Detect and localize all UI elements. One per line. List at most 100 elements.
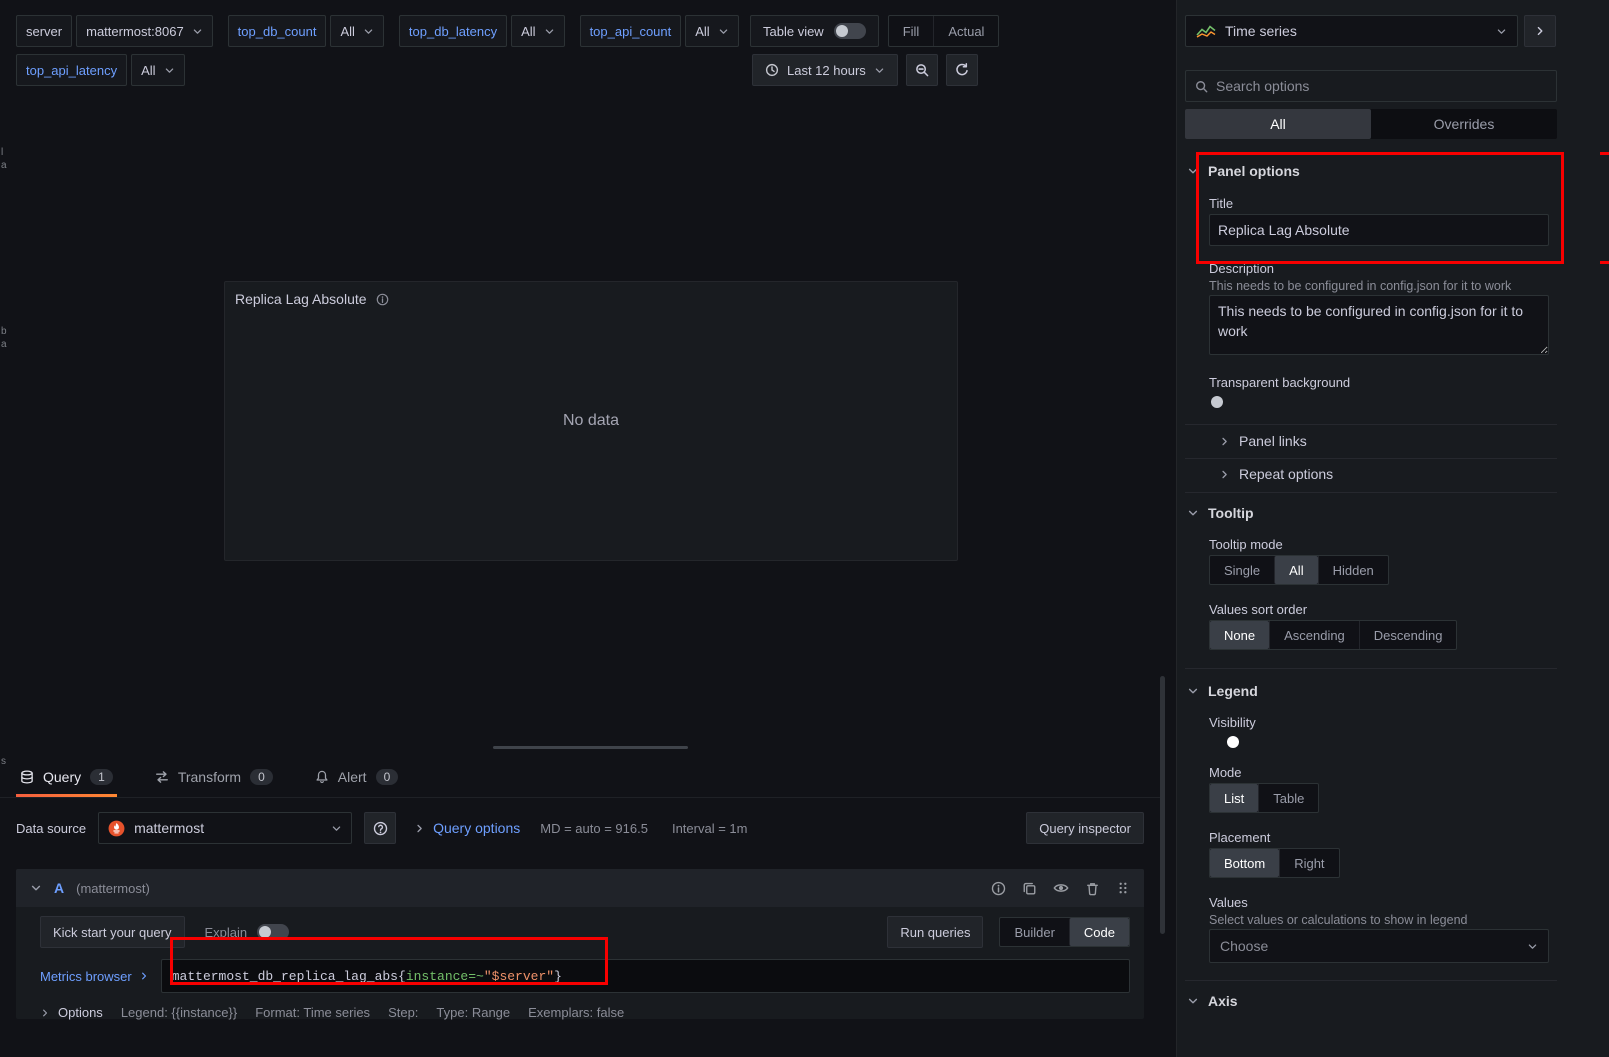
- table-view-label: Table view: [763, 24, 824, 39]
- repeat-options-section[interactable]: Repeat options: [1219, 466, 1333, 482]
- trash-icon[interactable]: [1085, 881, 1100, 896]
- variable-top-db-latency-value-dropdown[interactable]: All: [511, 15, 564, 47]
- refresh-button[interactable]: [946, 54, 978, 86]
- chevron-right-icon: [139, 971, 149, 981]
- axis-section-header[interactable]: Axis: [1187, 993, 1238, 1009]
- tooltip-mode-single[interactable]: Single: [1210, 556, 1274, 584]
- variable-server-label[interactable]: server: [16, 15, 72, 47]
- actual-button[interactable]: Actual: [933, 16, 998, 46]
- chevron-down-icon: [1187, 507, 1199, 519]
- variable-top-api-count-label[interactable]: top_api_count: [580, 15, 682, 47]
- tab-overrides[interactable]: Overrides: [1371, 109, 1557, 139]
- chevron-down-icon: [192, 26, 203, 37]
- query-toolbar-row: Kick start your query Explain Run querie…: [40, 916, 1130, 948]
- panel-options-section-header[interactable]: Panel options: [1187, 163, 1300, 179]
- tab-alert[interactable]: Alert 0: [311, 764, 402, 797]
- info-circle-icon[interactable]: [991, 881, 1006, 896]
- query-inspector-button[interactable]: Query inspector: [1026, 812, 1144, 844]
- option-label: Single: [1224, 563, 1260, 578]
- panel-description-textarea[interactable]: This needs to be configured in config.js…: [1209, 295, 1549, 355]
- tab-transform[interactable]: Transform 0: [151, 764, 277, 797]
- chevron-down-icon: [164, 65, 175, 76]
- tooltip-section-header[interactable]: Tooltip: [1187, 505, 1254, 521]
- legend-mode-group: List Table: [1209, 783, 1319, 813]
- datasource-row: Data source mattermost Query options MD …: [16, 812, 1144, 844]
- info-circle-icon[interactable]: [376, 293, 389, 306]
- metrics-browser-button[interactable]: Metrics browser: [40, 969, 149, 984]
- builder-button[interactable]: Builder: [1000, 918, 1068, 946]
- annotation-fragment-right-edge-top: [1600, 152, 1609, 155]
- variable-top-api-latency: top_api_latency All: [16, 54, 185, 86]
- visualization-picker[interactable]: Time series: [1185, 15, 1518, 47]
- promql-label-value: "$server": [484, 969, 554, 984]
- variable-top-api-latency-value-dropdown[interactable]: All: [131, 54, 184, 86]
- search-options-input[interactable]: [1216, 78, 1547, 94]
- tooltip-mode-all[interactable]: All: [1274, 556, 1317, 584]
- sort-descending[interactable]: Descending: [1359, 621, 1457, 649]
- kick-start-query-button[interactable]: Kick start your query: [40, 916, 185, 948]
- code-button[interactable]: Code: [1069, 918, 1129, 946]
- run-queries-button[interactable]: Run queries: [887, 916, 983, 948]
- grip-icon[interactable]: [1116, 881, 1130, 895]
- preview-controls: Table view Fill Actual: [750, 15, 999, 47]
- scrollbar-thumb[interactable]: [1160, 676, 1165, 934]
- kick-start-label: Kick start your query: [53, 925, 172, 940]
- eye-icon[interactable]: [1053, 880, 1069, 896]
- sort-ascending[interactable]: Ascending: [1269, 621, 1359, 649]
- tab-transform-label: Transform: [178, 769, 241, 785]
- search-options-box[interactable]: [1185, 70, 1557, 102]
- tooltip-mode-hidden[interactable]: Hidden: [1318, 556, 1388, 584]
- options-toggle[interactable]: Options: [40, 1005, 103, 1020]
- variable-top-api-latency-label[interactable]: top_api_latency: [16, 54, 127, 86]
- legend-values-select[interactable]: Choose: [1209, 929, 1549, 963]
- legend-values-label: Values: [1209, 895, 1248, 910]
- legend-mode-table[interactable]: Table: [1258, 784, 1318, 812]
- table-view-toggle[interactable]: [834, 23, 866, 39]
- query-options-toggle[interactable]: Query options: [414, 820, 520, 836]
- description-field-label: Description: [1209, 261, 1274, 276]
- options-pane: Time series All Overrides Panel options …: [1176, 0, 1609, 1057]
- query-row-header[interactable]: A (mattermost): [16, 869, 1144, 907]
- sort-none[interactable]: None: [1210, 621, 1269, 649]
- chevron-down-icon: [1527, 941, 1538, 952]
- legend-mode-label: Mode: [1209, 765, 1242, 780]
- query-row-actions: [991, 880, 1130, 896]
- variable-top-db-count-label[interactable]: top_db_count: [228, 15, 327, 47]
- variable-top-db-latency: top_db_latency All: [399, 15, 565, 47]
- variable-top-db-latency-label[interactable]: top_db_latency: [399, 15, 507, 47]
- variable-top-db-count-value-dropdown[interactable]: All: [330, 15, 383, 47]
- placement-bottom[interactable]: Bottom: [1210, 849, 1279, 877]
- panel-resize-handle[interactable]: [493, 746, 688, 749]
- legend-values-helper: Select values or calculations to show in…: [1209, 912, 1554, 928]
- fill-button[interactable]: Fill: [889, 16, 934, 46]
- time-range-picker[interactable]: Last 12 hours: [752, 54, 898, 86]
- legend-values-placeholder: Choose: [1220, 938, 1268, 954]
- panel-title-input[interactable]: [1209, 214, 1549, 246]
- collapse-pane-button[interactable]: [1524, 15, 1556, 47]
- visualization-name: Time series: [1225, 23, 1297, 39]
- query-options-label: Query options: [433, 820, 520, 836]
- query-expression-input[interactable]: mattermost_db_replica_lag_abs{instance=~…: [161, 959, 1130, 993]
- time-range-label: Last 12 hours: [787, 63, 866, 78]
- variable-top-api-count-value-dropdown[interactable]: All: [685, 15, 738, 47]
- chevron-down-icon[interactable]: [30, 882, 42, 894]
- variable-server-value-dropdown[interactable]: mattermost:8067: [76, 15, 213, 47]
- option-label: Descending: [1374, 628, 1443, 643]
- tab-query[interactable]: Query 1: [16, 764, 117, 797]
- legend-section-header[interactable]: Legend: [1187, 683, 1258, 699]
- datasource-picker[interactable]: mattermost: [98, 812, 352, 844]
- builder-code-group: Builder Code: [999, 917, 1130, 947]
- actual-label: Actual: [948, 24, 984, 39]
- copy-icon[interactable]: [1022, 881, 1037, 896]
- placement-right[interactable]: Right: [1279, 849, 1338, 877]
- explain-toggle[interactable]: [257, 924, 289, 940]
- legend-placement-label: Placement: [1209, 830, 1270, 845]
- tab-all[interactable]: All: [1185, 109, 1371, 139]
- datasource-help-button[interactable]: [364, 812, 396, 844]
- panel-links-section[interactable]: Panel links: [1219, 433, 1307, 449]
- section-divider: [1185, 458, 1557, 459]
- edge-text-fragment: a: [1, 339, 7, 350]
- legend-mode-list[interactable]: List: [1210, 784, 1258, 812]
- template-variables-row-1: server mattermost:8067 top_db_count All …: [16, 15, 739, 47]
- zoom-out-button[interactable]: [906, 54, 938, 86]
